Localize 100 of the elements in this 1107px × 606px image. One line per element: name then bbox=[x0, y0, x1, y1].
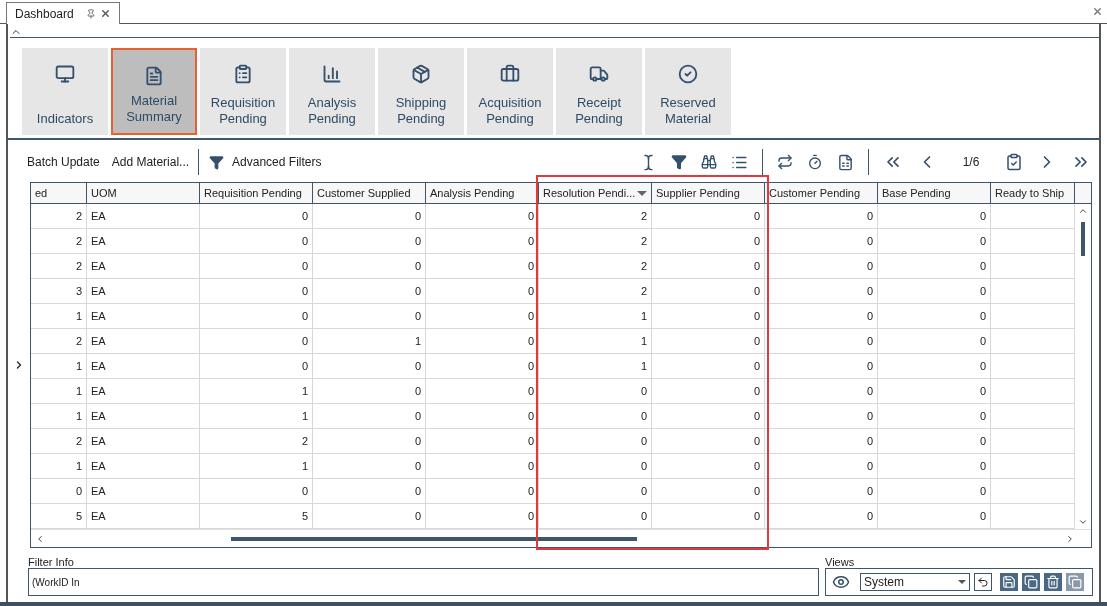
table-cell-text: EA bbox=[91, 484, 106, 500]
table-cell-text: 0 bbox=[414, 409, 421, 425]
table-cell-text: 0 bbox=[640, 434, 647, 450]
table-cell-text: 0 bbox=[866, 434, 873, 450]
dashboard-tile[interactable]: Reserved Material bbox=[645, 48, 731, 135]
table-cell-text: 1 bbox=[75, 459, 82, 475]
table-cell-text: 0 bbox=[527, 259, 534, 275]
table-cell-text: 0 bbox=[414, 359, 421, 375]
table-cell-text: 0 bbox=[866, 509, 873, 525]
column-header[interactable]: Supplier Pending bbox=[652, 183, 765, 204]
column-header[interactable]: Customer Pending bbox=[765, 183, 878, 204]
dashboard-tile[interactable]: Requisition Pending bbox=[200, 48, 286, 135]
table-cell-text: 0 bbox=[753, 434, 760, 450]
views-label: Views bbox=[825, 556, 856, 568]
table-cell-text: 0 bbox=[527, 509, 534, 525]
column-header[interactable]: Resolution Pendi... bbox=[539, 183, 652, 204]
table-cell-text: 0 bbox=[866, 259, 873, 275]
table-cell-text: 2 bbox=[640, 234, 647, 250]
table-cell-text: 0 bbox=[414, 309, 421, 325]
column-header[interactable]: Requisition Pending bbox=[200, 183, 313, 204]
table-cell-text: 0 bbox=[753, 484, 760, 500]
table-cell-text: 0 bbox=[640, 409, 647, 425]
table-cell-text: EA bbox=[91, 209, 106, 225]
table-cell-text: 0 bbox=[979, 384, 986, 400]
table-cell-text: 0 bbox=[979, 334, 986, 350]
table-cell-text: 5 bbox=[75, 509, 82, 525]
table-cell-text: EA bbox=[91, 359, 106, 375]
table-cell-text: EA bbox=[91, 234, 106, 250]
table-cell-text: 0 bbox=[753, 284, 760, 300]
table-cell-text: 0 bbox=[75, 484, 82, 500]
table-cell-text: 1 bbox=[75, 359, 82, 375]
table-cell-text: 0 bbox=[527, 459, 534, 475]
table-cell-text: 0 bbox=[979, 459, 986, 475]
table-cell-text: 0 bbox=[414, 284, 421, 300]
table-cell-text: 0 bbox=[301, 334, 308, 350]
table-cell-text: 0 bbox=[753, 459, 760, 475]
table-cell-text: 0 bbox=[753, 209, 760, 225]
table-cell-text: 5 bbox=[301, 509, 308, 525]
filter-info-field[interactable]: (WorkID In bbox=[28, 568, 819, 596]
table-cell-text: 0 bbox=[527, 384, 534, 400]
dashboard-tile[interactable]: Material Summary bbox=[111, 48, 197, 135]
table-cell-text: 0 bbox=[753, 409, 760, 425]
table-cell-text: 2 bbox=[75, 234, 82, 250]
table-cell-text: 1 bbox=[640, 359, 647, 375]
table-cell-text: 0 bbox=[979, 309, 986, 325]
table-cell-text: 0 bbox=[527, 434, 534, 450]
dashboard-tile[interactable]: Indicators bbox=[22, 48, 108, 135]
table-cell-text: EA bbox=[91, 409, 106, 425]
toolbar-button[interactable]: Add Material... bbox=[110, 153, 191, 171]
column-header[interactable]: Ready to Ship bbox=[991, 183, 1075, 204]
table-cell-text: 0 bbox=[527, 309, 534, 325]
table-cell-text: 0 bbox=[979, 434, 986, 450]
dashboard-tile[interactable]: Receipt Pending bbox=[556, 48, 642, 135]
table-cell-text: 0 bbox=[753, 359, 760, 375]
toolbar-button[interactable]: Batch Update bbox=[26, 153, 101, 171]
table-cell-text: 0 bbox=[979, 284, 986, 300]
table-cell-text: 0 bbox=[753, 309, 760, 325]
table-cell-text: 1 bbox=[301, 384, 308, 400]
table-cell-text: 0 bbox=[527, 484, 534, 500]
dashboard-tile[interactable]: Shipping Pending bbox=[378, 48, 464, 135]
table-cell-text: 0 bbox=[753, 334, 760, 350]
table-cell-text: EA bbox=[91, 284, 106, 300]
table-cell-text: 1 bbox=[301, 459, 308, 475]
table-cell-text: 0 bbox=[979, 484, 986, 500]
table-cell-text: 0 bbox=[301, 484, 308, 500]
column-header[interactable]: Analysis Pending bbox=[426, 183, 539, 204]
advanced-filters-button[interactable]: Advanced Filters bbox=[209, 153, 322, 171]
table-cell-text: 0 bbox=[301, 309, 308, 325]
table-cell-text: 0 bbox=[527, 409, 534, 425]
table-cell-text: EA bbox=[91, 459, 106, 475]
table-cell-text: 0 bbox=[979, 409, 986, 425]
table-cell-text: 0 bbox=[866, 484, 873, 500]
views-dropdown[interactable]: System bbox=[860, 573, 970, 591]
table-cell-text: 0 bbox=[979, 359, 986, 375]
table-cell-text: 0 bbox=[753, 234, 760, 250]
table-cell-text: 0 bbox=[640, 509, 647, 525]
dashboard-tile[interactable]: Analysis Pending bbox=[289, 48, 375, 135]
table-cell-text: 0 bbox=[414, 259, 421, 275]
table-cell-text: 0 bbox=[866, 459, 873, 475]
column-header[interactable]: Base Pending bbox=[878, 183, 991, 204]
table-cell-text: 0 bbox=[866, 359, 873, 375]
table-cell-text: 0 bbox=[414, 434, 421, 450]
dashboard-tile[interactable]: Acquisition Pending bbox=[467, 48, 553, 135]
table-cell-text: 3 bbox=[75, 284, 82, 300]
column-header[interactable]: ed bbox=[31, 183, 87, 204]
column-header[interactable]: UOM bbox=[87, 183, 200, 204]
table-cell-text: 0 bbox=[527, 234, 534, 250]
table-cell-text: 1 bbox=[640, 334, 647, 350]
table-cell-text: 0 bbox=[301, 209, 308, 225]
table-cell-text: 0 bbox=[414, 459, 421, 475]
table-cell-text: EA bbox=[91, 334, 106, 350]
table-cell-text: 2 bbox=[75, 259, 82, 275]
table-cell-text: 2 bbox=[75, 434, 82, 450]
page-indicator: 1/6 bbox=[961, 154, 981, 171]
table-cell-text: 2 bbox=[75, 209, 82, 225]
table-cell-text: 0 bbox=[866, 234, 873, 250]
column-header[interactable]: Customer Supplied bbox=[313, 183, 426, 204]
table-cell-text: 0 bbox=[866, 409, 873, 425]
table-cell-text: EA bbox=[91, 434, 106, 450]
table-cell-text: 0 bbox=[640, 484, 647, 500]
